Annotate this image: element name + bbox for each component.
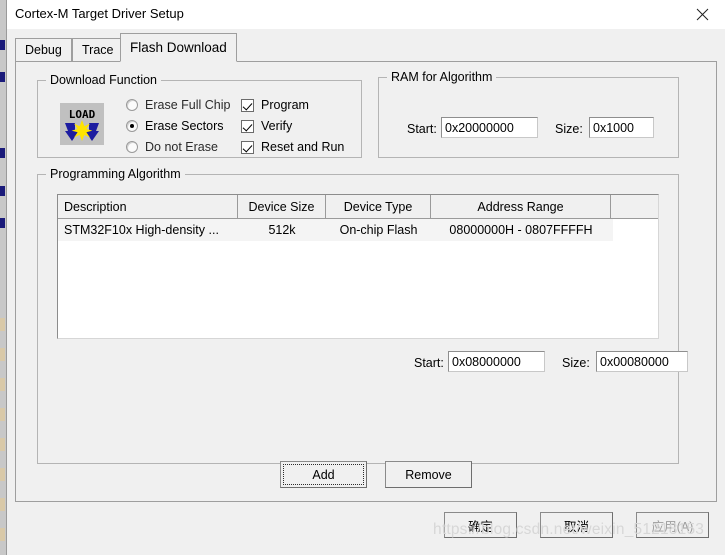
cell-address-range: 08000000H - 0807FFFFH <box>449 223 593 237</box>
tab-flash-download[interactable]: Flash Download <box>120 33 237 62</box>
checkbox-reset-and-run[interactable]: Reset and Run <box>241 140 344 154</box>
load-icon-glyph: LOAD <box>60 103 104 145</box>
background-artifact <box>0 498 5 511</box>
checkbox-indicator <box>241 98 254 112</box>
checkbox-verify[interactable]: Verify <box>241 119 292 133</box>
apply-button: 应用(A) <box>636 512 709 538</box>
checkbox-verify-label: Verify <box>261 119 293 133</box>
radio-indicator <box>126 99 138 111</box>
tab-debug[interactable]: Debug <box>15 38 72 61</box>
background-artifact <box>0 40 5 50</box>
radio-indicator <box>126 141 138 153</box>
algorithm-size-label: Size: <box>562 356 590 370</box>
checkbox-indicator <box>241 119 254 133</box>
column-header-spacer[interactable] <box>611 195 658 218</box>
cortex-m-target-driver-setup-dialog: Cortex-M Target Driver Setup Debug Trace… <box>7 0 725 555</box>
svg-text:LOAD: LOAD <box>69 108 96 121</box>
background-artifact <box>0 378 5 391</box>
column-header-device-type[interactable]: Device Type <box>326 195 431 218</box>
table-row[interactable]: STM32F10x High-density ... 512k On-chip … <box>58 219 613 241</box>
algorithm-start-label: Start: <box>414 356 444 370</box>
background-window-sliver <box>0 0 7 555</box>
window-title: Cortex-M Target Driver Setup <box>15 6 184 21</box>
checkbox-indicator <box>241 140 254 154</box>
cell-device-type: On-chip Flash <box>339 223 418 237</box>
background-artifact <box>0 528 5 541</box>
download-function-legend: Download Function <box>46 73 162 87</box>
radio-indicator <box>126 120 138 132</box>
title-bar: Cortex-M Target Driver Setup <box>7 0 725 29</box>
list-header-row: Description Device Size Device Type Addr… <box>58 195 658 219</box>
column-header-address-range[interactable]: Address Range <box>431 195 611 218</box>
ok-button[interactable]: 确定 <box>444 512 517 538</box>
flash-download-panel: Download Function LOAD Erase Full Chip E… <box>15 61 717 502</box>
ram-start-input[interactable]: 0x20000000 <box>441 117 538 138</box>
background-artifact <box>0 218 5 228</box>
load-icon: LOAD <box>60 103 104 145</box>
background-artifact <box>0 348 5 361</box>
cell-description: STM32F10x High-density ... <box>64 223 219 237</box>
background-artifact <box>0 318 5 331</box>
checkbox-reset-and-run-label: Reset and Run <box>261 140 345 154</box>
algorithm-start-input[interactable]: 0x08000000 <box>448 351 545 372</box>
ram-size-label: Size: <box>555 122 583 136</box>
radio-erase-sectors[interactable]: Erase Sectors <box>126 119 224 133</box>
close-icon <box>696 8 709 21</box>
tab-strip: Debug Trace Flash Download <box>15 33 717 62</box>
radio-do-not-erase-label: Do not Erase <box>145 140 218 154</box>
ram-size-input[interactable]: 0x1000 <box>589 117 654 138</box>
remove-button[interactable]: Remove <box>385 461 472 488</box>
background-artifact <box>0 438 5 451</box>
download-function-group: Download Function LOAD Erase Full Chip E… <box>37 73 362 158</box>
background-artifact <box>0 408 5 421</box>
background-artifact <box>0 72 5 82</box>
ram-for-algorithm-legend: RAM for Algorithm <box>387 70 497 84</box>
tab-trace[interactable]: Trace <box>72 38 124 61</box>
close-button[interactable] <box>680 0 725 29</box>
ram-for-algorithm-group: RAM for Algorithm Start: 0x20000000 Size… <box>378 70 679 158</box>
cell-device-size: 512k <box>268 223 296 237</box>
radio-erase-full-chip-label: Erase Full Chip <box>145 98 231 112</box>
column-header-device-size[interactable]: Device Size <box>238 195 326 218</box>
programming-algorithm-legend: Programming Algorithm <box>46 167 185 181</box>
add-button[interactable]: Add <box>280 461 367 488</box>
background-artifact <box>0 148 5 158</box>
background-artifact <box>0 468 5 481</box>
cancel-button[interactable]: 取消 <box>540 512 613 538</box>
radio-erase-full-chip[interactable]: Erase Full Chip <box>126 98 230 112</box>
algorithm-size-input[interactable]: 0x00080000 <box>596 351 688 372</box>
column-header-description[interactable]: Description <box>58 195 238 218</box>
radio-do-not-erase[interactable]: Do not Erase <box>126 140 218 154</box>
checkbox-program-label: Program <box>261 98 309 112</box>
programming-algorithm-list[interactable]: Description Device Size Device Type Addr… <box>57 194 659 339</box>
ram-start-label: Start: <box>407 122 437 136</box>
checkbox-program[interactable]: Program <box>241 98 309 112</box>
radio-erase-sectors-label: Erase Sectors <box>145 119 224 133</box>
background-artifact <box>0 186 5 196</box>
programming-algorithm-group: Programming Algorithm Description Device… <box>37 167 688 488</box>
